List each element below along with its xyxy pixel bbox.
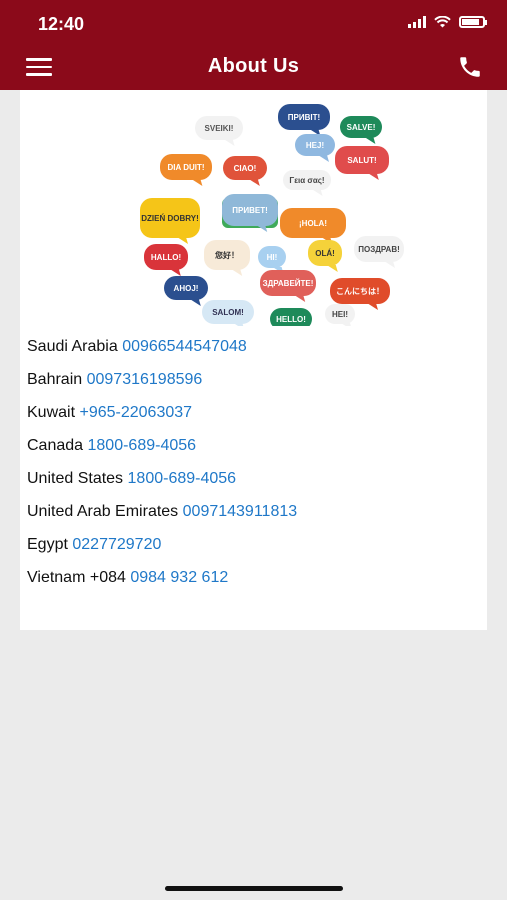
greeting-text: OLÁ! <box>315 249 335 258</box>
app-header: 12:40 About Us <box>0 0 507 90</box>
greeting-text: HI! <box>267 253 278 262</box>
languages-greeting-illustration: SVEIKI! ПРИВІТ! SALVE! HEJ! DIA DUIT! CIAO! SA… <box>140 104 404 326</box>
greeting-bubble: SVEIKI! <box>195 116 243 146</box>
country-label: Kuwait <box>27 404 76 421</box>
greeting-bubble: DIA DUIT! <box>160 154 212 186</box>
greeting-text: ПОЗДРАВ! <box>358 245 400 254</box>
greeting-bubble: 您好！ <box>204 240 250 276</box>
contact-row: Canada 1800-689-4056 <box>27 435 297 468</box>
greeting-text: ПРИВІТ! <box>288 113 320 122</box>
greeting-text: DIA DUIT! <box>167 163 204 172</box>
greeting-text: SALOM! <box>212 308 244 317</box>
signal-icon <box>408 16 426 28</box>
country-label: Egypt <box>27 536 68 553</box>
greeting-text: AHOJ! <box>174 284 199 293</box>
greeting-bubble: CIAO! <box>223 156 267 186</box>
country-code-prefix: +084 <box>89 569 126 586</box>
greeting-bubble: SALUT! <box>335 146 389 180</box>
greeting-text: ЗДРАВЕЙТЕ! <box>263 279 314 288</box>
about-card: SVEIKI! ПРИВІТ! SALVE! HEJ! DIA DUIT! CIAO! SA… <box>20 90 487 630</box>
status-time: 12:40 <box>38 14 85 34</box>
phone-number-link[interactable]: 0984 932 612 <box>130 569 228 586</box>
contact-row: United Arab Emirates 0097143911813 <box>27 501 297 534</box>
country-label: Vietnam <box>27 569 86 586</box>
greeting-text: HEJ! <box>306 141 324 150</box>
greeting-bubble: DZIEŃ DOBRY! <box>140 198 200 244</box>
contact-row: Kuwait +965-22063037 <box>27 402 297 435</box>
greeting-text: SALUT! <box>347 156 376 165</box>
country-label: Canada <box>27 437 84 454</box>
contact-row: Saudi Arabia 00966544547048 <box>27 336 297 369</box>
greeting-text: HEI! <box>332 310 348 319</box>
greeting-text: HELLO! <box>276 315 306 324</box>
greeting-text: DZIEŃ DOBRY! <box>141 214 198 223</box>
greeting-text: ¡HOLA! <box>299 219 327 228</box>
phone-number-link[interactable]: +965-22063037 <box>79 404 192 421</box>
greeting-text: SVEIKI! <box>205 124 234 133</box>
status-icons <box>408 16 487 28</box>
greeting-bubble: HEJ! <box>295 134 335 162</box>
phone-number-link[interactable]: 1800-689-4056 <box>128 470 237 487</box>
wifi-icon <box>434 16 451 28</box>
page-title: About Us <box>207 55 300 77</box>
greeting-bubble: SALVE! <box>340 116 382 144</box>
greeting-text: 您好！ <box>215 250 239 260</box>
greeting-bubble: ¡HOLA! <box>280 208 346 244</box>
contact-row: United States 1800-689-4056 <box>27 468 297 501</box>
contact-row: Vietnam +084 0984 932 612 <box>27 567 297 600</box>
greeting-bubble: AHOJ! <box>164 276 208 306</box>
contact-list: Saudi Arabia 00966544547048 Bahrain 00973… <box>27 336 297 600</box>
greeting-bubble: HALLO! <box>144 244 188 276</box>
phone-number-link[interactable]: 0227729720 <box>72 536 161 553</box>
greeting-bubble: ЗДРАВЕЙТЕ! <box>260 270 316 302</box>
greeting-bubble: HELLO! <box>270 308 312 326</box>
phone-number-link[interactable]: 1800-689-4056 <box>88 437 197 454</box>
country-label: United Arab Emirates <box>27 503 179 520</box>
home-indicator[interactable] <box>165 886 343 891</box>
greeting-bubble: HI! <box>258 246 286 274</box>
greeting-text: CIAO! <box>234 164 257 173</box>
greeting-text: SALVE! <box>347 123 376 132</box>
greeting-bubble: OLÁ! <box>308 240 342 272</box>
greeting-bubble: ПОЗДРАВ! <box>354 236 404 268</box>
greeting-text: Γεια σας! <box>289 176 324 185</box>
phone-icon[interactable] <box>457 54 483 80</box>
phone-number-link[interactable]: 0097316198596 <box>87 371 203 388</box>
country-label: Bahrain <box>27 371 83 388</box>
country-label: United States <box>27 470 124 487</box>
greeting-text: HALLO! <box>151 253 181 262</box>
phone-number-link[interactable]: 00966544547048 <box>122 338 247 355</box>
phone-number-link[interactable]: 0097143911813 <box>183 503 298 520</box>
greeting-bubble: HEI! <box>325 304 355 326</box>
greeting-text: こんにちは！ <box>336 287 384 296</box>
contact-row: Bahrain 0097316198596 <box>27 369 297 402</box>
battery-icon <box>459 16 487 28</box>
contact-row: Egypt 0227729720 <box>27 534 297 567</box>
greeting-bubble: SALOM! <box>202 300 254 326</box>
country-label: Saudi Arabia <box>27 338 118 355</box>
greeting-bubble: Γεια σας! <box>283 170 331 196</box>
greeting-text: ПРИВЕТ! <box>232 206 268 215</box>
greeting-bubble: ПРИВІТ! <box>278 104 330 136</box>
